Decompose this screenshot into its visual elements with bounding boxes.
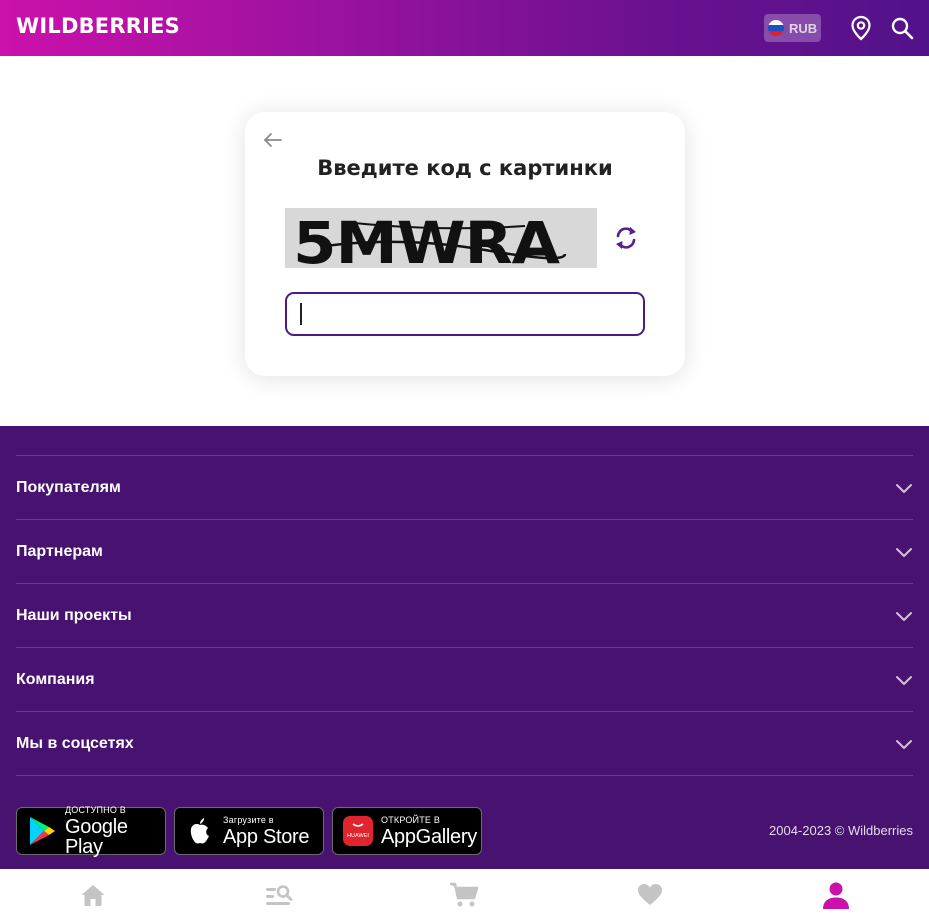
footer-section-buyers[interactable]: Покупателям [16,456,913,520]
captcha-image-text: 5MWRA [293,209,560,268]
store-name: Google Play [65,815,128,858]
text-caret [300,303,302,325]
cart-icon [450,882,479,907]
store-name: AppGallery [381,825,477,848]
refresh-icon[interactable] [613,224,639,252]
currency-selector[interactable]: RUB [764,14,821,42]
huawei-icon: HUAWEI [341,814,375,848]
footer-section-company[interactable]: Компания [16,648,913,712]
footer-section-label: Партнерам [16,542,103,560]
chevron-down-icon [896,547,912,557]
home-icon [81,885,105,906]
footer: Покупателям Партнерам Наши проекты Компа… [0,426,929,869]
favorites-heart-icon [638,884,663,905]
app-store-badges: ДОСТУПНО В Google Play Загрузите в App S… [16,804,482,858]
chevron-down-icon [896,739,912,749]
store-caption: ДОСТУПНО В [65,804,126,815]
apple-icon [183,814,217,848]
footer-section-label: Мы в соцсетях [16,734,134,752]
top-header: WILDBERRIES RUB [0,0,929,56]
footer-section-projects[interactable]: Наши проекты [16,584,913,648]
app-store-badge[interactable]: Загрузите в App Store [174,807,324,855]
google-play-icon [25,814,59,848]
bottom-navigation [0,869,929,921]
wildberries-logo[interactable]: WILDBERRIES [16,14,180,38]
catalog-search-icon [265,885,293,905]
huawei-icon-text: HUAWEI [347,833,369,839]
profile-icon [823,882,850,909]
store-caption: ОТКРОЙТЕ В [381,814,441,825]
captcha-code-input[interactable] [285,292,645,336]
footer-section-social[interactable]: Мы в соцсетях [16,712,913,776]
nav-catalog[interactable] [186,869,372,921]
chevron-down-icon [896,611,912,621]
search-icon[interactable] [889,14,915,42]
russia-flag-icon [768,20,784,36]
store-caption: Загрузите в [223,814,274,825]
page: WILDBERRIES RUB Введите код с картинки 5… [0,0,929,921]
footer-section-label: Компания [16,670,95,688]
footer-section-label: Наши проекты [16,606,132,624]
nav-home[interactable] [0,869,186,921]
chevron-down-icon [896,675,912,685]
currency-label: RUB [789,20,818,36]
chevron-down-icon [896,483,912,493]
nav-profile[interactable] [743,869,929,921]
location-pin-icon[interactable] [848,14,874,42]
captcha-title: Введите код с картинки [317,156,613,180]
captcha-image: 5MWRA [285,208,597,268]
captcha-card: Введите код с картинки 5MWRA [245,112,685,376]
store-name: App Store [223,825,310,848]
copyright-text: 2004-2023 © Wildberries [769,823,913,838]
footer-section-label: Покупателям [16,478,121,496]
footer-section-partners[interactable]: Партнерам [16,520,913,584]
google-play-badge[interactable]: ДОСТУПНО В Google Play [16,804,166,858]
nav-favorites[interactable] [557,869,743,921]
back-arrow-icon[interactable] [263,131,283,149]
footer-accordion: Покупателям Партнерам Наши проекты Компа… [16,455,913,776]
appgallery-badge[interactable]: HUAWEI ОТКРОЙТЕ В AppGallery [332,807,482,855]
nav-cart[interactable] [372,869,558,921]
